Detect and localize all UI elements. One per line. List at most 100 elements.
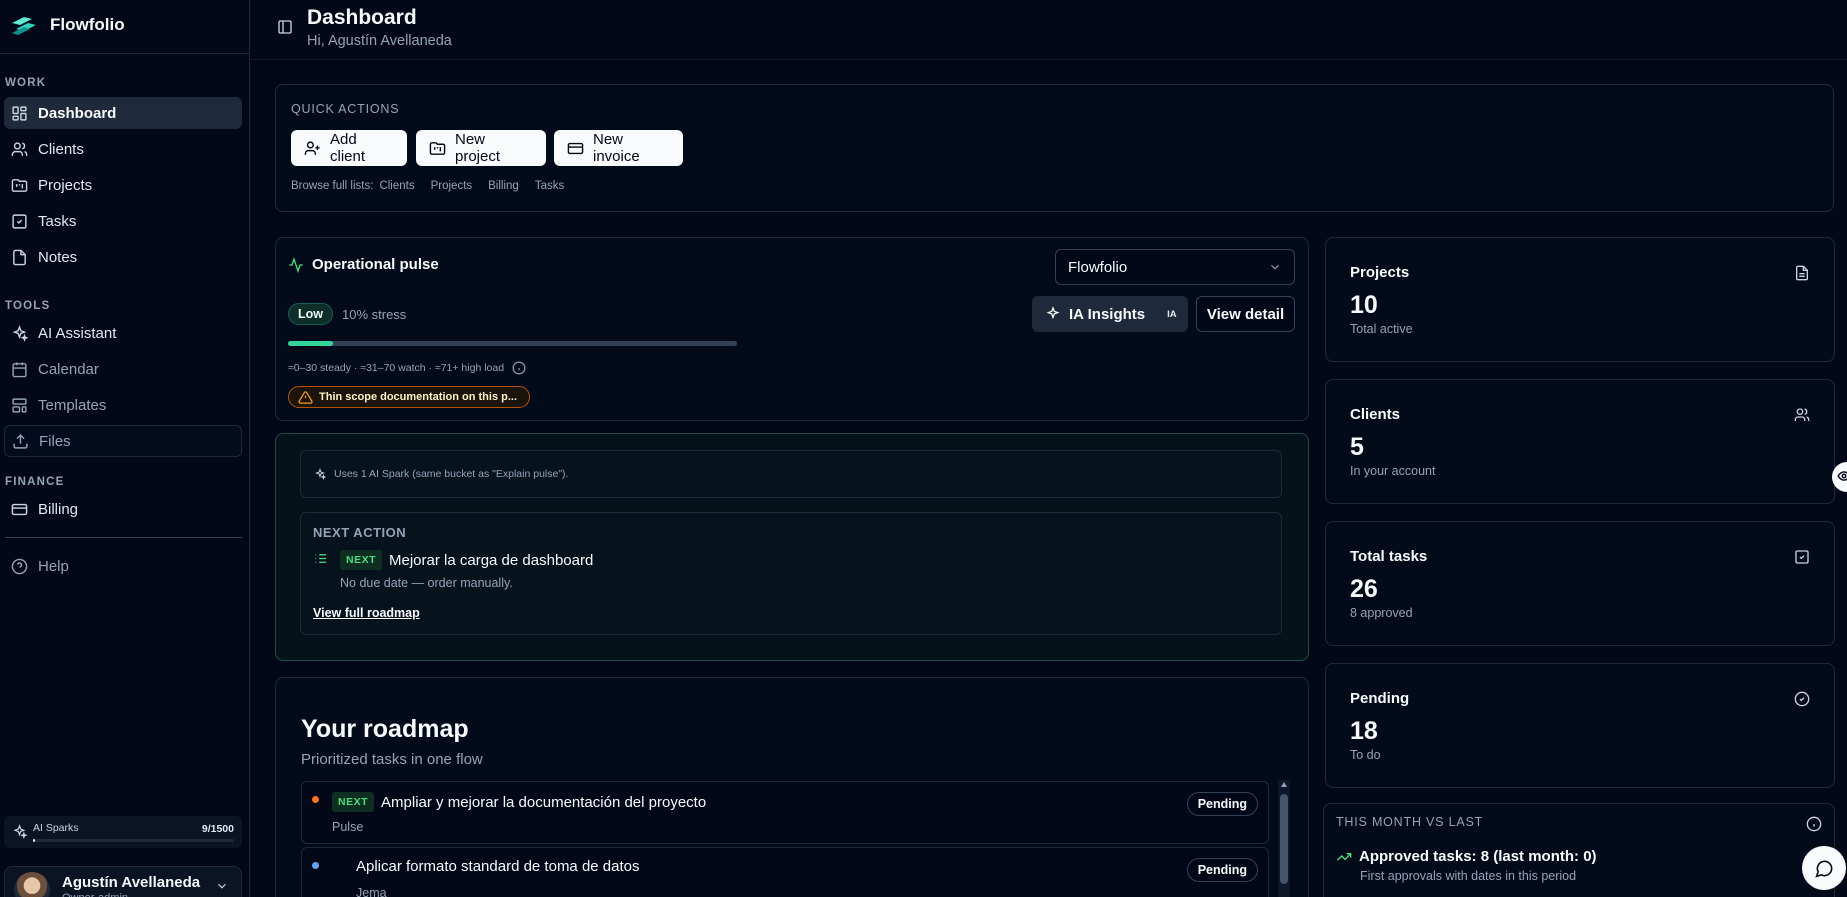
stress-bar (288, 341, 737, 346)
stat-title: Clients (1350, 406, 1401, 423)
next-tag: NEXT (340, 550, 383, 570)
folder-plus-icon (429, 140, 446, 157)
ia-insights-button[interactable]: IA Insights IA (1032, 296, 1188, 332)
stat-card-clients[interactable]: Clients 5 In your account (1325, 379, 1835, 504)
sidebar-item-label: Projects (38, 176, 93, 194)
operational-pulse-card: Operational pulse Flowfolio Low 10% stre… (275, 237, 1309, 421)
stat-card-total-tasks[interactable]: Total tasks 26 8 approved (1325, 521, 1835, 646)
sidebar-item-dashboard[interactable]: Dashboard (4, 97, 242, 129)
sidebar-item-notes[interactable]: Notes (4, 241, 242, 273)
layout-template-icon (11, 397, 28, 414)
ai-sparks-bar-fill (33, 839, 35, 842)
page-title: Dashboard (307, 6, 417, 29)
ia-insights-label: IA Insights (1069, 305, 1146, 323)
workspace-select[interactable]: Flowfolio (1055, 249, 1295, 285)
info-icon[interactable] (1806, 816, 1822, 832)
sidebar-item-ai-assistant[interactable]: AI Assistant (4, 317, 242, 349)
calendar-icon (11, 361, 28, 378)
stat-card-pending[interactable]: Pending 18 To do (1325, 663, 1835, 788)
ai-sparks-count: 9/1500 (201, 823, 234, 835)
info-icon[interactable] (512, 361, 526, 375)
new-project-button[interactable]: New project (416, 130, 546, 166)
month-comparison-card: THIS MONTH VS LAST Approved tasks: 8 (la… (1323, 803, 1835, 897)
status-badge[interactable]: Pending (1186, 792, 1258, 816)
roadmap-title: Your roadmap (301, 715, 469, 743)
month-comparison-label: THIS MONTH VS LAST (1336, 815, 1484, 829)
next-action-task[interactable]: NEXT Mejorar la carga de dashboard (340, 550, 593, 570)
eye-icon (1837, 469, 1847, 483)
file-icon (11, 249, 28, 266)
flowfolio-logo-icon (10, 13, 38, 37)
browse-label: Browse full lists: (291, 180, 374, 192)
roadmap-item[interactable]: NEXT Ampliar y mejorar la documentación … (301, 781, 1269, 844)
trending-up-icon (1336, 849, 1352, 865)
chat-button[interactable] (1802, 846, 1846, 890)
view-roadmap-link[interactable]: View full roadmap (313, 606, 420, 620)
folder-kanban-icon (11, 177, 28, 194)
sidebar-item-templates[interactable]: Templates (4, 389, 242, 421)
status-badge[interactable]: Pending (1186, 858, 1258, 882)
section-finance: FINANCE (5, 476, 65, 488)
sidebar-item-label: Billing (38, 500, 79, 518)
user-plus-icon (304, 140, 321, 157)
user-menu[interactable]: Agustín Avellaneda Owner·admin (4, 866, 242, 897)
scrollbar-thumb[interactable] (1280, 794, 1288, 884)
pulse-title: Operational pulse (288, 256, 439, 273)
brand[interactable]: Flowfolio (10, 13, 125, 37)
sidebar-item-calendar[interactable]: Calendar (4, 353, 242, 385)
ai-next-action-card: Uses 1 AI Spark (same bucket as "Explain… (275, 433, 1309, 661)
stress-level-badge: Low (288, 303, 333, 325)
section-tools: TOOLS (5, 300, 51, 312)
sidebar-item-billing[interactable]: Billing (4, 493, 242, 525)
chevron-down-icon (1268, 260, 1282, 274)
view-detail-button[interactable]: View detail (1196, 296, 1295, 332)
alert-triangle-icon (298, 390, 313, 405)
stat-title: Projects (1350, 264, 1410, 281)
warning-badge[interactable]: Thin scope documentation on this p... (288, 386, 530, 408)
browse-link-clients[interactable]: Clients (379, 180, 414, 192)
users-icon (1794, 407, 1810, 423)
scroll-up-arrow-icon[interactable] (1281, 782, 1287, 787)
quick-actions-card: QUICK ACTIONS Add client New project New… (275, 84, 1834, 212)
next-action-title: Mejorar la carga de dashboard (389, 551, 594, 569)
sidebar-item-label: Tasks (38, 212, 77, 230)
sidebar-item-help[interactable]: Help (4, 550, 242, 582)
sidebar-item-clients[interactable]: Clients (4, 133, 242, 165)
sidebar-item-label: Files (39, 432, 71, 450)
credit-card-icon (11, 501, 28, 518)
sparkle-icon (1045, 306, 1061, 322)
upload-icon (12, 433, 29, 450)
sidebar-item-files[interactable]: Files (4, 425, 242, 457)
stat-card-projects[interactable]: Projects 10 Total active (1325, 237, 1835, 362)
sidebar-item-label: Notes (38, 248, 78, 266)
user-name: Agustín Avellaneda (62, 874, 201, 891)
browse-link-projects[interactable]: Projects (431, 180, 473, 192)
sidebar-toggle-icon[interactable] (277, 19, 293, 35)
page-subtitle: Hi, Agustín Avellaneda (307, 33, 452, 49)
roadmap-scrollbar[interactable] (1278, 780, 1290, 897)
new-invoice-button[interactable]: New invoice (554, 130, 683, 166)
roadmap-item[interactable]: Aplicar formato standard de toma de dato… (301, 847, 1269, 897)
sidebar-item-tasks[interactable]: Tasks (4, 205, 242, 237)
users-icon (11, 141, 28, 158)
sidebar-item-label: Help (38, 557, 69, 575)
stress-scale: ≈0–30 steady · ≈31–70 watch · ≈71+ high … (288, 361, 526, 375)
user-role: Owner·admin (62, 892, 128, 897)
brand-name: Flowfolio (50, 15, 125, 34)
sidebar-divider (5, 537, 242, 538)
ai-spark-note-text: Uses 1 AI Spark (same bucket as "Explain… (334, 468, 569, 480)
sidebar-item-label: Clients (38, 140, 84, 158)
browse-link-billing[interactable]: Billing (488, 180, 519, 192)
add-client-button[interactable]: Add client (291, 130, 407, 166)
sidebar-item-projects[interactable]: Projects (4, 169, 242, 201)
stress-scale-text: ≈0–30 steady · ≈31–70 watch · ≈71+ high … (288, 362, 505, 374)
ai-sparks-meter[interactable]: AI Sparks 9/1500 (4, 816, 242, 848)
priority-dot (312, 862, 319, 869)
activity-icon (288, 256, 304, 273)
next-action-label: NEXT ACTION (313, 525, 407, 540)
file-text-icon (1794, 265, 1810, 281)
layout-grid-icon (11, 105, 28, 122)
brand-divider (0, 53, 250, 54)
browse-link-tasks[interactable]: Tasks (535, 180, 564, 192)
roadmap-item-title: Aplicar formato standard de toma de dato… (356, 858, 640, 875)
